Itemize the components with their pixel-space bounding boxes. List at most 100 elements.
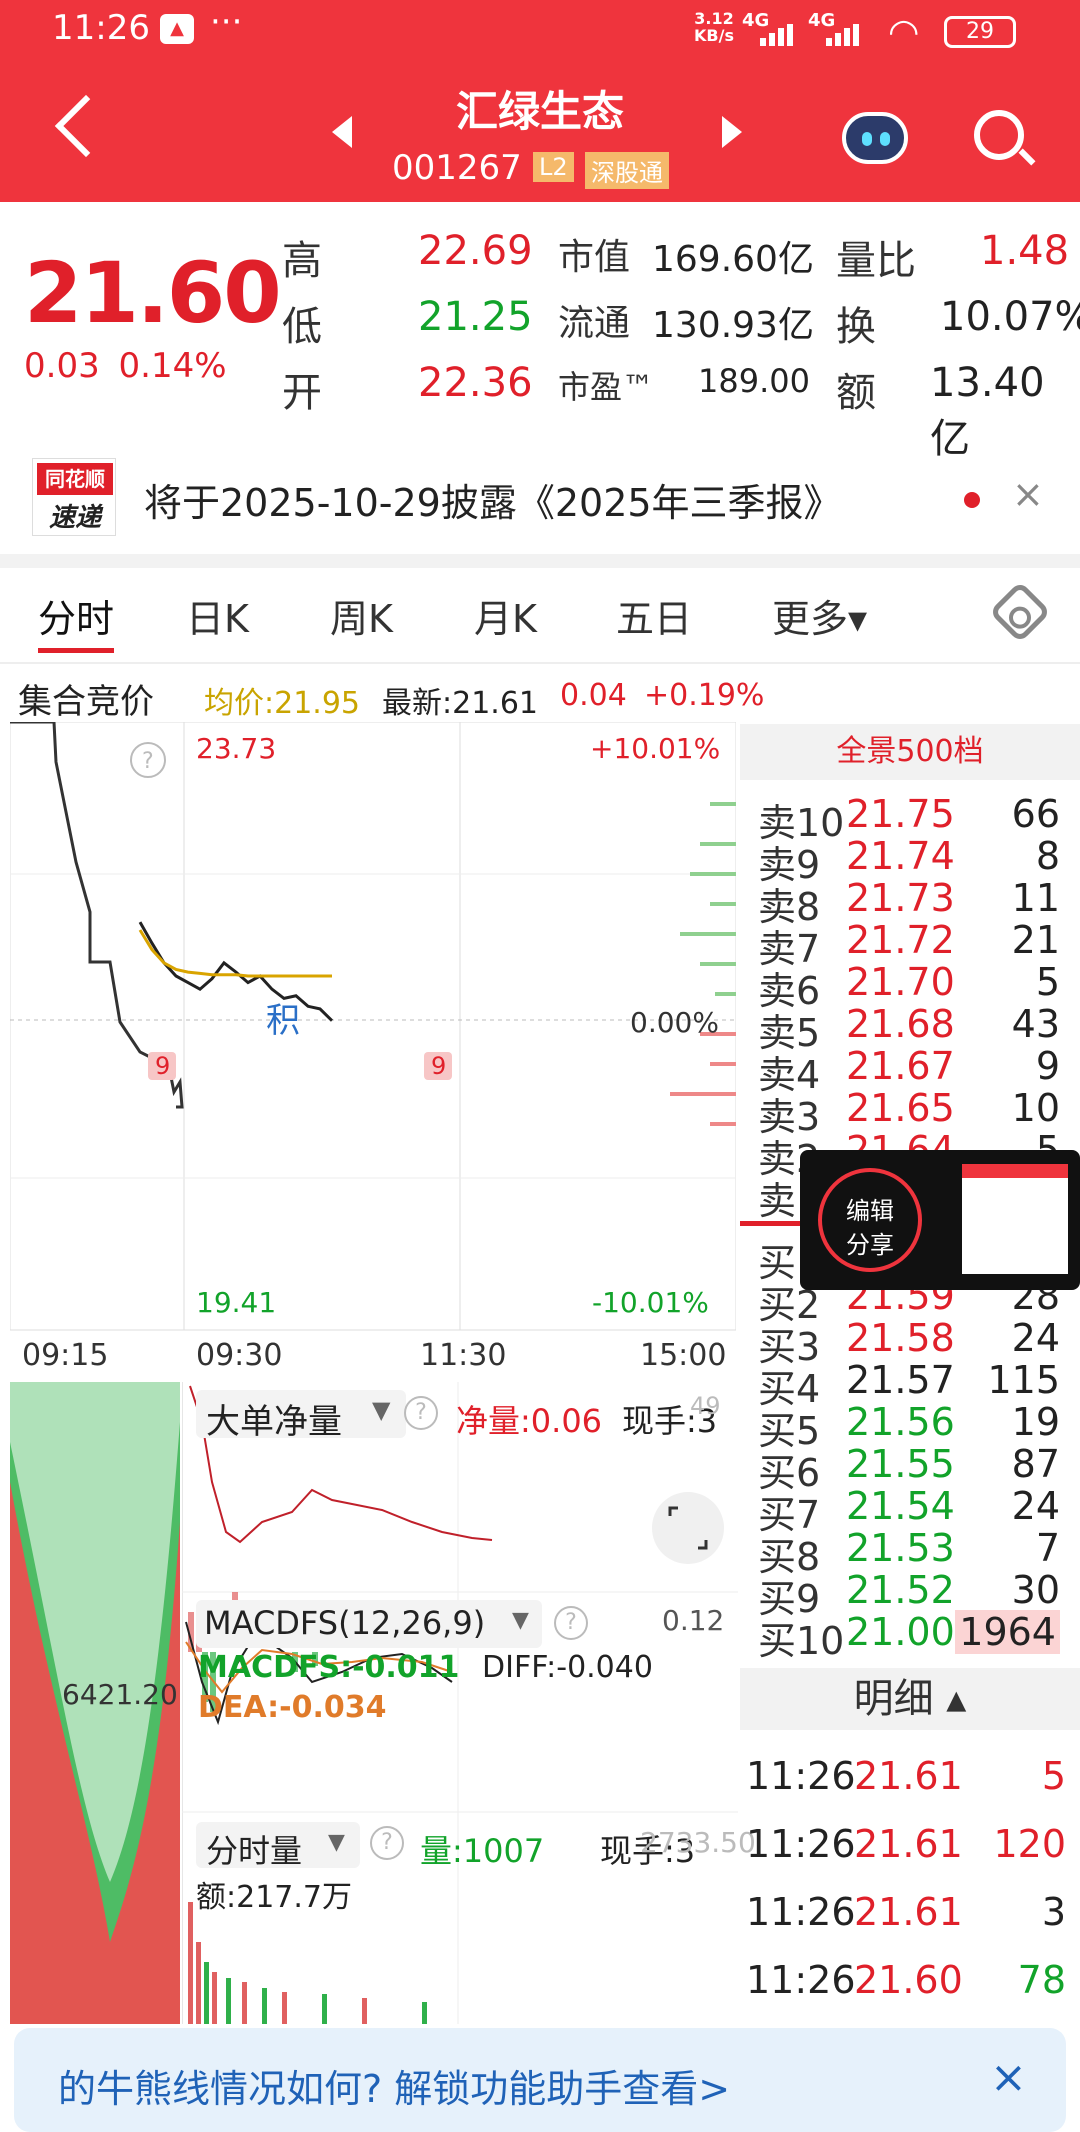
- next-stock-button[interactable]: [722, 116, 742, 148]
- network-speed: 3.12 KB/s: [694, 9, 734, 45]
- pct-high-label: +10.01%: [590, 732, 720, 765]
- trade-volume: 120: [993, 1822, 1066, 1866]
- bid-row[interactable]: 买9 21.52 30: [740, 1568, 1060, 1621]
- macd-value: MACDFS:-0.011: [198, 1650, 460, 1685]
- ask-row[interactable]: 卖6 21.70 5: [740, 960, 1060, 1013]
- pe-label: 市盈™: [558, 368, 655, 406]
- volume-label: 分时量: [206, 1832, 303, 1870]
- ask-row[interactable]: 卖3 21.65 10: [740, 1086, 1060, 1139]
- latest-change-pct: +0.19%: [644, 678, 765, 713]
- ask-row[interactable]: 卖9 21.74 8: [740, 834, 1060, 887]
- ask-volume: 43: [1011, 1002, 1060, 1046]
- latest-change: 0.04: [560, 678, 627, 713]
- ask-row[interactable]: 卖8 21.73 11: [740, 876, 1060, 929]
- divider: [0, 554, 1080, 568]
- turnover-label: 换: [836, 304, 876, 350]
- price-change: 0.03 0.14%: [24, 346, 227, 386]
- price-low-label: 19.41: [196, 1286, 276, 1319]
- ask-row[interactable]: 卖4 21.67 9: [740, 1044, 1060, 1097]
- ask-row[interactable]: 卖7 21.72 21: [740, 918, 1060, 971]
- tab-intraday[interactable]: 分时: [38, 588, 114, 643]
- notice-banner[interactable]: 同花顺 速递 将于2025-10-29披露《2025年三季报》 ×: [0, 444, 1080, 554]
- auction-volume-chart: 6421.20: [10, 1382, 182, 2024]
- bid-row[interactable]: 买8 21.53 7: [740, 1526, 1060, 1579]
- help-icon[interactable]: ?: [404, 1396, 438, 1430]
- bid-row[interactable]: 买6 21.55 87: [740, 1442, 1060, 1495]
- status-time: 11:26: [52, 8, 150, 48]
- macd-label: MACDFS(12,26,9): [204, 1604, 486, 1642]
- current-price: 21.60: [24, 244, 282, 342]
- macd-selector[interactable]: MACDFS(12,26,9) ▼: [196, 1600, 542, 1648]
- search-icon[interactable]: [974, 110, 1024, 160]
- bid-row[interactable]: 买5 21.56 19: [740, 1400, 1060, 1453]
- app-notification-icon: ▲: [160, 14, 194, 44]
- assistant-banner[interactable]: 的牛熊线情况如何? 解锁功能助手查看> ×: [14, 2028, 1066, 2132]
- tab-five-day[interactable]: 五日: [616, 588, 692, 643]
- signal-marker-label: 9: [155, 1052, 170, 1080]
- signal-bars-icon: [826, 24, 860, 46]
- mcap-value: 169.60亿: [652, 239, 814, 280]
- bid-row[interactable]: 买4 21.57 115: [740, 1358, 1060, 1411]
- bid-price: 21.56: [846, 1400, 955, 1444]
- volume-side-label: 6421.20: [62, 1678, 178, 1711]
- bid-volume: 7: [1035, 1526, 1060, 1570]
- ths-logo: 同花顺 速递: [32, 458, 116, 536]
- trade-time: 11:26: [746, 1754, 856, 1798]
- ask-price: 21.72: [846, 918, 955, 962]
- chevron-down-icon: ▼: [372, 1396, 391, 1424]
- trade-volume: 3: [1041, 1890, 1066, 1934]
- edit-share-button[interactable]: 编辑 分享: [818, 1168, 922, 1272]
- stock-code: 001267: [392, 148, 522, 188]
- tab-weekly-k[interactable]: 周K: [330, 588, 393, 643]
- ask-price: 21.73: [846, 876, 955, 920]
- bid-volume: 30: [1011, 1568, 1060, 1612]
- close-icon[interactable]: ×: [990, 2052, 1027, 2103]
- latest-price-label: 最新:21.61: [382, 686, 538, 721]
- status-bar: 11:26 ▲ ··· 3.12 KB/s 4G 4G ◠ 29: [0, 0, 1080, 60]
- volume-value: 量:1007: [420, 1832, 545, 1870]
- bid-row[interactable]: 买7 21.54 24: [740, 1484, 1060, 1537]
- tab-monthly-k[interactable]: 月K: [474, 588, 537, 643]
- volume-selector[interactable]: 分时量 ▼: [196, 1822, 360, 1870]
- chart-tabs: 分时 日K 周K 月K 五日 更多▾: [0, 580, 1080, 660]
- float-label: 流通: [558, 303, 631, 344]
- screenshot-thumbnail[interactable]: [962, 1164, 1068, 1274]
- bid-row[interactable]: 买10 21.00 1964: [740, 1610, 1060, 1663]
- l2-badge: L2: [533, 152, 574, 182]
- macd-top-value: 0.12: [662, 1604, 725, 1637]
- pct-low-label: -10.01%: [592, 1286, 709, 1319]
- battery-icon: 29: [944, 16, 1016, 48]
- volume-bars: [204, 1962, 427, 2024]
- help-icon[interactable]: ?: [554, 1606, 588, 1640]
- ask-row[interactable]: 卖10 21.75 66: [740, 792, 1060, 845]
- intraday-chart[interactable]: 9 9 积 ? 23.73 19.41 +10.01% 0.00% -10.01…: [10, 722, 736, 1332]
- panorama-500-button[interactable]: 全景500档: [740, 724, 1080, 780]
- intraday-info-line: 集合竞价 均价:21.95 最新:21.61 0.04 +0.19%: [0, 670, 1080, 722]
- ask-price: 21.67: [846, 1044, 955, 1088]
- signal-bars-icon: [760, 24, 794, 46]
- time-axis: 09:15 09:30 11:30 15:00: [0, 1338, 740, 1378]
- pct-zero-label: 0.00%: [630, 1006, 719, 1039]
- ask-row[interactable]: 卖5 21.68 43: [740, 1002, 1060, 1055]
- prev-stock-button[interactable]: [332, 116, 352, 148]
- time-label: 09:15: [22, 1338, 109, 1373]
- time-label: 09:30: [196, 1338, 283, 1373]
- bid-price: 21.58: [846, 1316, 955, 1360]
- order-book: 全景500档 卖10 21.75 66 卖9 21.74 8 卖8 21.73 11 卖7 21.7…: [740, 724, 1080, 2024]
- ask-price: 21.75: [846, 792, 955, 836]
- low-label: 低: [282, 304, 322, 350]
- exchange-badge: 深股通: [585, 152, 669, 189]
- big-order-selector[interactable]: 大单净量 ▼: [196, 1390, 406, 1442]
- help-icon[interactable]: ?: [370, 1826, 404, 1860]
- volume-ratio-value: 1.48: [980, 228, 1070, 274]
- robot-assistant-icon[interactable]: [842, 112, 908, 164]
- detail-header[interactable]: 明细 ▴: [740, 1668, 1080, 1730]
- tab-more[interactable]: 更多▾: [772, 588, 867, 643]
- bid-level-label: 买10: [758, 1619, 845, 1663]
- close-icon[interactable]: ×: [1012, 472, 1044, 516]
- bid-price: 21.00: [846, 1610, 955, 1654]
- trade-detail-row: 11:26 21.61 5: [746, 1754, 1066, 1800]
- tab-daily-k[interactable]: 日K: [186, 588, 249, 643]
- bid-row[interactable]: 买3 21.58 24: [740, 1316, 1060, 1369]
- pe-value: 189.00: [698, 362, 810, 400]
